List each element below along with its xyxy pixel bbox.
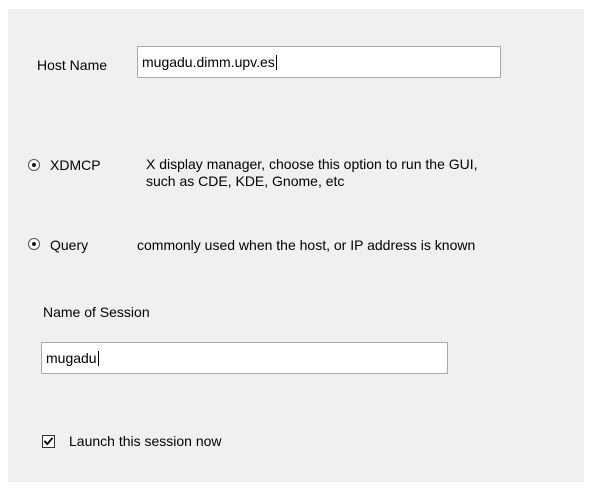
session-name-label: Name of Session [43,304,150,320]
launch-now-label[interactable]: Launch this session now [69,433,222,449]
launch-now-checkbox[interactable] [42,435,55,448]
session-settings-panel: Host Name mugadu.dimm.upv.es XDMCP X dis… [8,9,584,482]
radio-selected-dot [32,242,36,246]
host-name-input[interactable]: mugadu.dimm.upv.es [137,46,501,78]
text-caret [275,55,277,70]
checkmark-icon [43,437,54,446]
xdmcp-radio[interactable] [28,159,40,171]
text-caret [97,351,99,366]
session-name-value: mugadu [46,350,99,366]
xdmcp-description-line-1: X display manager, choose this option to… [146,156,478,172]
xdmcp-description: X display manager, choose this option to… [146,156,478,190]
query-description: commonly used when the host, or IP addre… [137,237,476,253]
xdmcp-label[interactable]: XDMCP [50,157,101,173]
host-name-label: Host Name [37,57,108,73]
radio-selected-dot [32,163,36,167]
host-name-value: mugadu.dimm.upv.es [142,54,277,70]
session-name-input[interactable]: mugadu [41,342,448,374]
query-radio[interactable] [28,238,40,250]
xdmcp-description-line-2: such as CDE, KDE, Gnome, etc [146,173,345,189]
query-label[interactable]: Query [50,237,88,253]
